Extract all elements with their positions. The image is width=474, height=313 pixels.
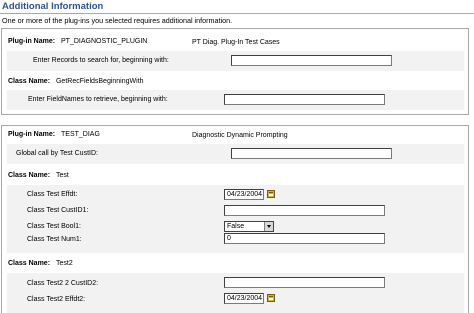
custid1-label: Class Test CustID1:: [27, 207, 89, 214]
fieldnames-input[interactable]: [224, 94, 385, 105]
plugin-panel-pt-diagnostic: Plug-in Name: PT_DIAGNOSTIC_PLUGIN PT Di…: [1, 28, 469, 115]
plugin-name-label: Plug-in Name:: [8, 131, 56, 138]
bool1-label: Class Test Bool1:: [27, 223, 81, 230]
num1-input[interactable]: [224, 233, 385, 244]
global-custid-label: Global call by Test CustID:: [16, 150, 98, 157]
global-custid-row: Global call by Test CustID:: [7, 144, 464, 164]
plugin-name-value: PT_DIAGNOSTIC_PLUGIN: [61, 38, 148, 45]
class-test2-fields: Class Test2 2 CustID2: Class Test2 Effdt…: [7, 273, 464, 313]
num1-label: Class Test Num1:: [27, 236, 82, 243]
calendar-icon[interactable]: [267, 190, 275, 198]
plugin-name-label: Plug-in Name:: [8, 38, 56, 45]
class-test-fields: Class Test Effdt: Class Test CustID1: Cl…: [7, 185, 464, 253]
custid2-input[interactable]: [224, 277, 385, 288]
effdt2-label: Class Test2 Effdt2:: [27, 296, 86, 303]
chevron-down-icon[interactable]: [264, 222, 273, 231]
calendar-icon[interactable]: [267, 294, 275, 302]
plugin-description: Diagnostic Dynamic Prompting: [192, 132, 288, 139]
fieldnames-label: Enter FieldNames to retrieve, beginning …: [28, 96, 168, 103]
plugin-name-row: Plug-in Name: PT_DIAGNOSTIC_PLUGIN: [8, 38, 147, 45]
custid1-input[interactable]: [224, 205, 385, 216]
records-label: Enter Records to search for, beginning w…: [33, 57, 169, 64]
effdt-input[interactable]: [224, 189, 264, 200]
fieldnames-row: Enter FieldNames to retrieve, beginning …: [7, 90, 464, 110]
class-name-value: Test2: [55, 260, 73, 267]
plugin-panel-test-diag: Plug-in Name: TEST_DIAG Diagnostic Dynam…: [1, 125, 469, 313]
plugin-description: PT Diag. Plug-In Test Cases: [192, 39, 280, 46]
bool1-select[interactable]: False: [224, 221, 274, 232]
class-name-value: GetRecFieldsBeginningWith: [55, 78, 144, 85]
records-input[interactable]: [231, 55, 392, 66]
effdt2-input[interactable]: [224, 293, 264, 304]
bool1-selected-value: False: [227, 223, 245, 230]
effdt-label: Class Test Effdt:: [27, 191, 78, 198]
class-name-label: Class Name:: [8, 260, 51, 267]
class-name-value: Test: [55, 172, 69, 179]
class-name-label: Class Name:: [8, 78, 51, 85]
class-name-row: Class Name: Test: [8, 172, 69, 179]
records-row: Enter Records to search for, beginning w…: [7, 51, 464, 71]
global-custid-input[interactable]: [231, 148, 392, 159]
title-divider: [0, 13, 474, 14]
class-name-label: Class Name:: [8, 172, 51, 179]
class-name-row: Class Name: Test2: [8, 260, 73, 267]
plugin-name-value: TEST_DIAG: [61, 131, 100, 138]
intro-text: One or more of the plug-ins you selected…: [2, 16, 233, 25]
page-title: Additional Information: [2, 1, 104, 12]
class-name-row: Class Name: GetRecFieldsBeginningWith: [8, 78, 144, 85]
plugin-name-row: Plug-in Name: TEST_DIAG: [8, 131, 100, 138]
custid2-label: Class Test2 2 CustID2:: [27, 280, 99, 287]
